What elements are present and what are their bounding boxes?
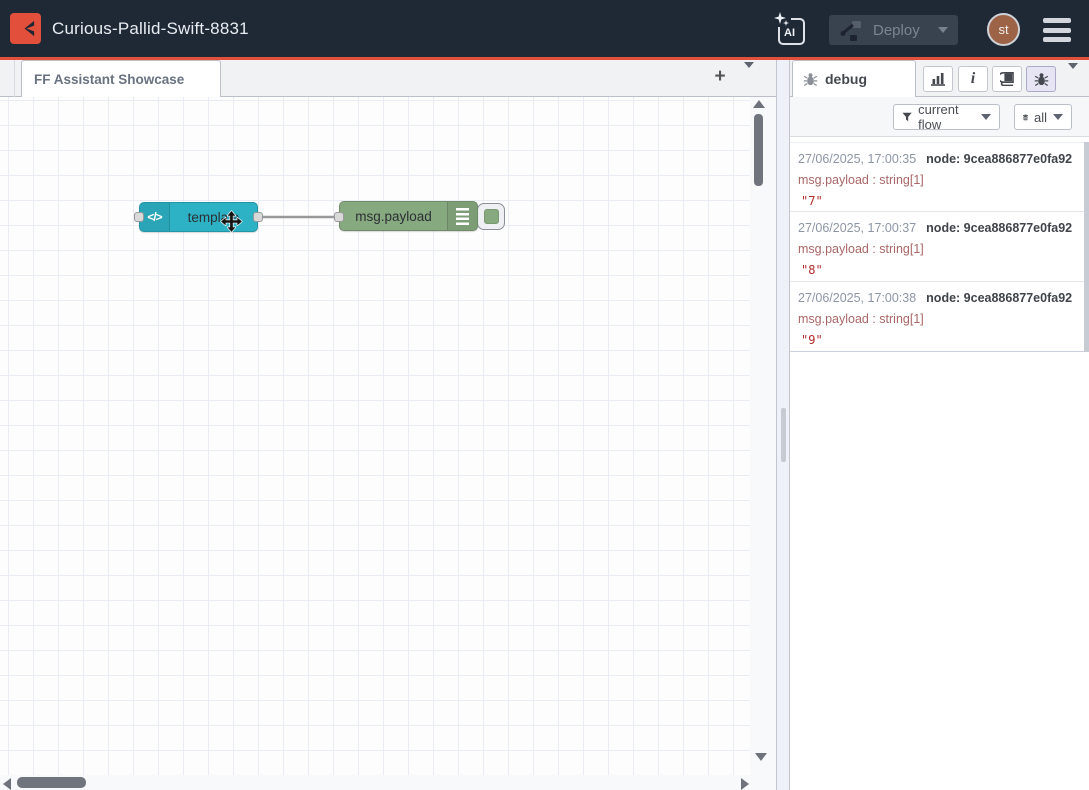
- debug-message[interactable]: 27/06/2025, 17:00:35 node: 9cea886877e0fa…: [790, 142, 1084, 212]
- deploy-options-chevron-icon[interactable]: [938, 27, 948, 33]
- flow-list-chevron-button[interactable]: [744, 68, 766, 88]
- message-timestamp: 27/06/2025, 17:00:35: [798, 152, 916, 166]
- funnel-icon: [902, 111, 912, 123]
- workspace-tab-strip: FF Assistant Showcase +: [0, 60, 776, 97]
- header: Curious-Pallid-Swift-8831 AI Deploy st: [0, 0, 1089, 60]
- hamburger-bar: [1043, 37, 1071, 42]
- main-menu-button[interactable]: [1043, 18, 1071, 42]
- sidebar-tab-label: debug: [825, 71, 867, 87]
- info-button[interactable]: i: [958, 66, 988, 92]
- bug-icon: [1034, 72, 1049, 87]
- debug-filter-toolbar: current flow all: [790, 97, 1089, 137]
- chevron-down-icon: [744, 62, 754, 85]
- message-node-id: node: 9cea886877e0fa92: [926, 152, 1072, 166]
- chevron-down-icon: [981, 114, 991, 120]
- sidebar-splitter[interactable]: [776, 60, 790, 790]
- canvas-bottom-gutter: [0, 775, 776, 790]
- hamburger-bar: [1043, 28, 1071, 33]
- deploy-icon: [839, 18, 863, 42]
- debug-enable-toggle[interactable]: [477, 203, 505, 230]
- canvas-scroll-right-arrow[interactable]: [741, 778, 749, 790]
- template-node-label: template: [170, 203, 257, 231]
- canvas-scroll-up-arrow[interactable]: [753, 100, 765, 108]
- canvas-right-gutter: [750, 97, 776, 790]
- debug-icon-box: [447, 202, 477, 230]
- debug-message[interactable]: 27/06/2025, 17:00:37 node: 9cea886877e0fa…: [790, 212, 1084, 282]
- avatar-initials: st: [998, 22, 1008, 37]
- tab-ff-assistant-showcase[interactable]: FF Assistant Showcase: [21, 60, 221, 97]
- debug-toggle-state-indicator: [484, 209, 499, 224]
- sidebar-tab-debug[interactable]: debug: [792, 60, 916, 97]
- message-value[interactable]: "9": [798, 330, 1076, 351]
- bug-icon: [803, 72, 818, 87]
- message-node-id: node: 9cea886877e0fa92: [926, 221, 1072, 235]
- splitter-drag-handle[interactable]: [781, 408, 786, 462]
- template-output-port[interactable]: [253, 212, 263, 222]
- debug-input-port[interactable]: [334, 212, 344, 222]
- filter-button-label: current flow: [918, 102, 975, 132]
- message-value[interactable]: "7": [798, 191, 1076, 212]
- book-icon: [1000, 72, 1015, 86]
- canvas-scroll-down-arrow[interactable]: [755, 753, 767, 761]
- sidebar: debug i: [790, 60, 1089, 790]
- sparkle-icon: [774, 12, 790, 28]
- trash-icon: [1023, 111, 1028, 124]
- node-template[interactable]: </> template: [139, 202, 258, 232]
- message-value[interactable]: "8": [798, 260, 1076, 281]
- debug-message[interactable]: 27/06/2025, 17:00:38 node: 9cea886877e0fa…: [790, 282, 1084, 352]
- code-icon: </>: [147, 210, 161, 224]
- node-debug-msg-payload[interactable]: msg.payload: [339, 201, 478, 231]
- help-button[interactable]: [992, 66, 1022, 92]
- message-timestamp: 27/06/2025, 17:00:37: [798, 221, 916, 235]
- debug-messages-button[interactable]: [1026, 66, 1056, 92]
- canvas-vertical-scrollbar[interactable]: [754, 114, 763, 186]
- filter-current-flow-button[interactable]: current flow: [893, 104, 1000, 130]
- deploy-label: Deploy: [873, 22, 920, 39]
- chevron-down-icon: [1068, 63, 1078, 86]
- ai-label: AI: [784, 27, 795, 39]
- debug-message-list: 27/06/2025, 17:00:35 node: 9cea886877e0fa…: [790, 142, 1089, 352]
- hamburger-bar: [1043, 18, 1071, 23]
- message-property-path[interactable]: msg.payload : string[1]: [798, 309, 1076, 330]
- canvas-scroll-left-arrow[interactable]: [3, 778, 11, 790]
- node-red-editor: Curious-Pallid-Swift-8831 AI Deploy st: [0, 0, 1089, 790]
- info-icon: i: [971, 71, 975, 87]
- template-icon-box: </>: [140, 203, 170, 231]
- bar-chart-icon: [930, 72, 946, 86]
- debug-list-scrollbar[interactable]: [1084, 142, 1089, 352]
- message-property-path[interactable]: msg.payload : string[1]: [798, 239, 1076, 260]
- message-timestamp: 27/06/2025, 17:00:38: [798, 291, 916, 305]
- canvas-horizontal-scrollbar[interactable]: [17, 777, 86, 788]
- message-node-id: node: 9cea886877e0fa92: [926, 291, 1072, 305]
- debug-output-rows-icon: [456, 208, 469, 225]
- tab-strip-divider: [14, 60, 15, 97]
- delete-button-label: all: [1034, 110, 1047, 125]
- dashboard-chart-button[interactable]: [923, 66, 953, 92]
- instance-title: Curious-Pallid-Swift-8831: [52, 19, 249, 39]
- add-flow-button[interactable]: +: [706, 65, 734, 91]
- chevron-down-icon: [1053, 114, 1063, 120]
- flow-canvas[interactable]: </> template msg.payload: [0, 97, 776, 790]
- flowfuse-logo-icon[interactable]: [10, 13, 41, 44]
- ai-assistant-button[interactable]: AI: [776, 14, 808, 46]
- user-avatar[interactable]: st: [987, 13, 1020, 46]
- sidebar-options-chevron-button[interactable]: [1068, 69, 1086, 87]
- deploy-button[interactable]: Deploy: [829, 15, 958, 45]
- template-input-port[interactable]: [134, 212, 144, 222]
- sidebar-tab-bar: debug i: [790, 60, 1089, 97]
- delete-messages-button[interactable]: all: [1014, 104, 1072, 130]
- message-property-path[interactable]: msg.payload : string[1]: [798, 170, 1076, 191]
- flow-tab-label: FF Assistant Showcase: [34, 72, 184, 87]
- debug-node-label: msg.payload: [340, 202, 447, 230]
